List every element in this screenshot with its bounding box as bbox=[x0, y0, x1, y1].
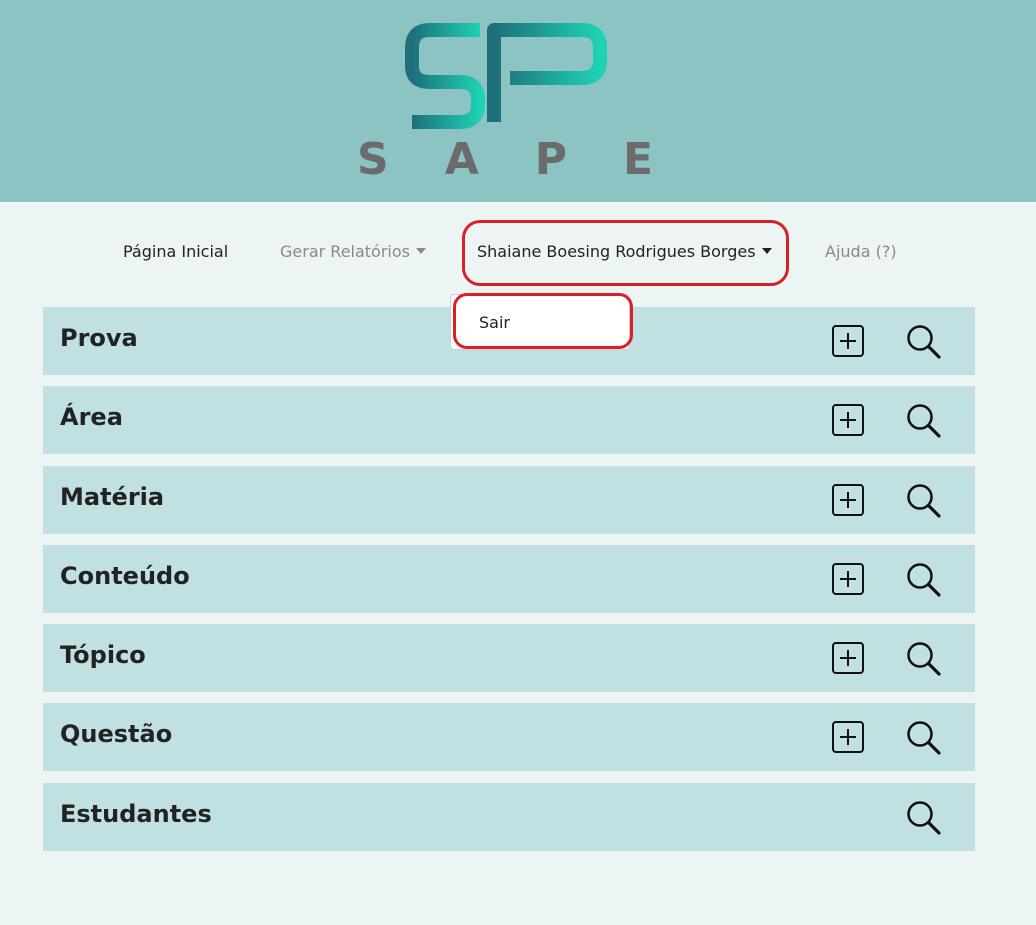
section-row-conteudo: Conteúdo bbox=[43, 544, 975, 613]
section-title: Conteúdo bbox=[60, 561, 190, 590]
section-title: Estudantes bbox=[60, 799, 212, 828]
nav-reports-dropdown[interactable]: Gerar Relatórios bbox=[280, 232, 426, 272]
add-topico-button[interactable] bbox=[832, 642, 864, 675]
section-title: Questão bbox=[60, 720, 173, 749]
search-icon[interactable] bbox=[905, 482, 943, 520]
section-row-materia: Matéria bbox=[43, 465, 975, 534]
search-icon[interactable] bbox=[905, 561, 943, 599]
search-icon[interactable] bbox=[905, 323, 943, 361]
caret-down-icon bbox=[416, 247, 426, 254]
nav-home-link[interactable]: Página Inicial bbox=[123, 232, 228, 272]
nav-help-link[interactable]: Ajuda (?) bbox=[825, 232, 897, 272]
search-icon[interactable] bbox=[905, 719, 943, 757]
search-icon[interactable] bbox=[905, 402, 943, 440]
logo-text: SAPE bbox=[357, 134, 710, 185]
section-title: Tópico bbox=[60, 641, 146, 670]
section-row-estudantes: Estudantes bbox=[43, 782, 975, 851]
search-icon[interactable] bbox=[905, 799, 943, 837]
user-dropdown-menu: Sair bbox=[450, 294, 630, 350]
nav-user-dropdown[interactable]: Shaiane Boesing Rodrigues Borges bbox=[477, 232, 772, 272]
nav-reports-label: Gerar Relatórios bbox=[280, 242, 410, 261]
caret-down-icon bbox=[761, 247, 772, 254]
add-questao-button[interactable] bbox=[832, 721, 864, 754]
section-row-area: Área bbox=[43, 386, 975, 455]
add-materia-button[interactable] bbox=[832, 483, 864, 516]
add-conteudo-button[interactable] bbox=[832, 562, 864, 595]
main-navbar: Página Inicial Gerar Relatórios Shaiane … bbox=[0, 232, 1036, 272]
add-prova-button[interactable] bbox=[832, 325, 864, 357]
add-area-button[interactable] bbox=[832, 404, 864, 437]
logout-menu-item[interactable]: Sair bbox=[451, 295, 629, 349]
section-row-questao: Questão bbox=[43, 703, 975, 772]
section-row-topico: Tópico bbox=[43, 624, 975, 693]
section-title: Matéria bbox=[60, 482, 165, 511]
section-title: Prova bbox=[60, 324, 138, 352]
header: SAPE bbox=[0, 0, 1036, 202]
sections-list: Prova Área Matéria Conteúdo Tópico Quest… bbox=[43, 307, 975, 862]
section-title: Área bbox=[60, 403, 123, 432]
nav-user-label: Shaiane Boesing Rodrigues Borges bbox=[477, 242, 756, 261]
search-icon[interactable] bbox=[905, 640, 943, 678]
